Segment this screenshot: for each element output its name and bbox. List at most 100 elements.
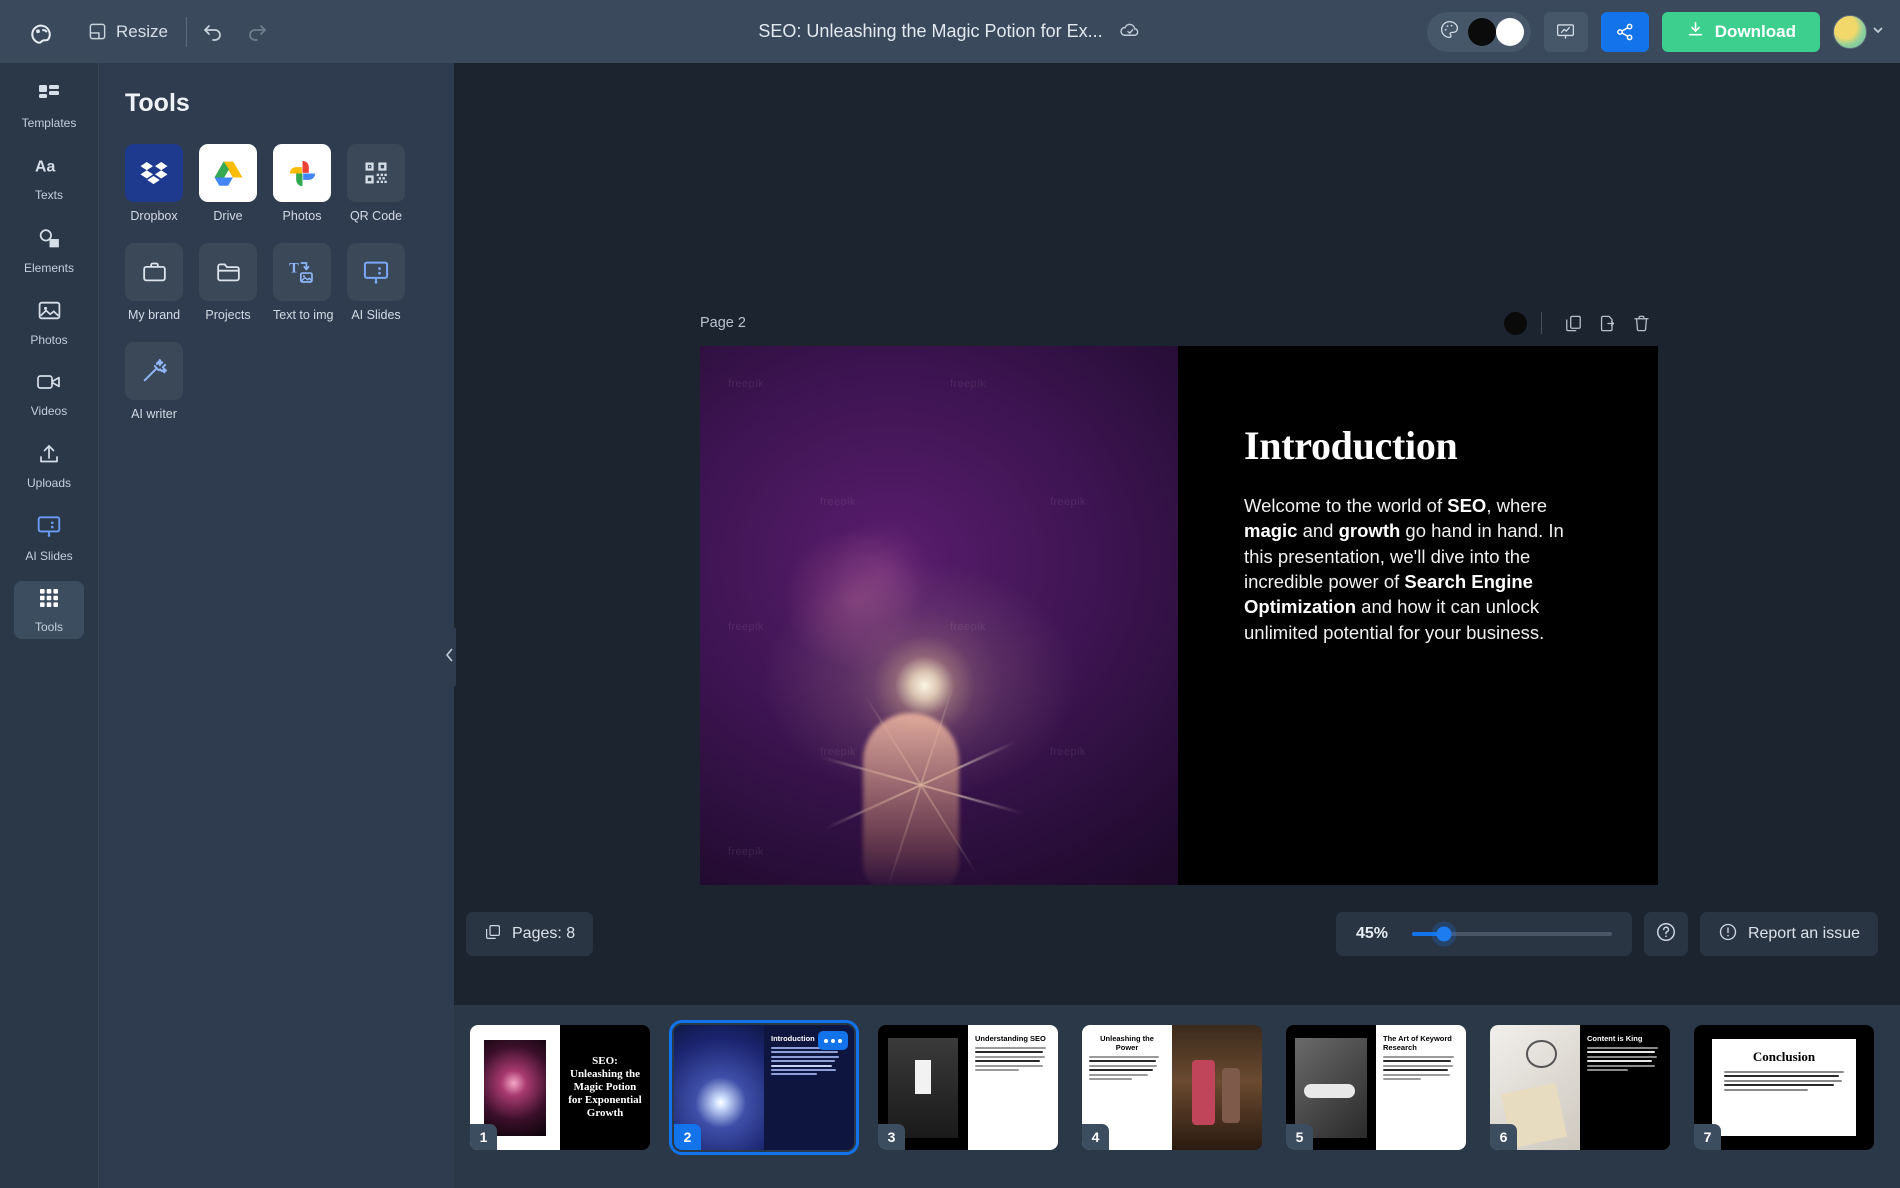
- thumbnail-title: SEO: Unleashing the Magic Potion for Exp…: [567, 1055, 643, 1120]
- thumbnail-page-2[interactable]: Introduction 2: [674, 1025, 854, 1150]
- tools-grid-icon: [37, 586, 61, 615]
- tool-label: Drive: [199, 209, 257, 223]
- texts-icon: Aa: [35, 154, 63, 183]
- share-button[interactable]: [1601, 12, 1649, 52]
- elements-icon: [37, 226, 62, 256]
- thumbnail-title: The Art of Keyword Research: [1383, 1034, 1459, 1052]
- slide-canvas[interactable]: freepik freepik freepik freepik freepik …: [700, 346, 1658, 885]
- sidebar-label: AI Slides: [25, 549, 72, 563]
- report-issue-button[interactable]: Report an issue: [1700, 912, 1878, 956]
- sidebar-item-tools[interactable]: Tools: [14, 581, 84, 639]
- top-toolbar: Resize SEO: Unleashing the Magic Potion …: [0, 0, 1900, 63]
- theme-toggle-pill[interactable]: [1468, 18, 1524, 46]
- pages-label: Pages: 8: [512, 925, 575, 943]
- theme-toggle[interactable]: [1427, 12, 1531, 52]
- document-title-area[interactable]: SEO: Unleashing the Magic Potion for Ex.…: [758, 18, 1141, 46]
- redo-button[interactable]: [235, 12, 279, 52]
- watermark: freepik: [820, 496, 856, 508]
- tool-label: AI writer: [125, 407, 183, 421]
- sidebar-label: Videos: [31, 404, 67, 418]
- editor-app: Resize SEO: Unleashing the Magic Potion …: [0, 0, 1900, 1188]
- avatar: [1833, 15, 1867, 49]
- tool-projects[interactable]: Projects: [199, 243, 257, 322]
- tool-dropbox[interactable]: Dropbox: [125, 144, 183, 223]
- document-title[interactable]: SEO: Unleashing the Magic Potion for Ex.…: [758, 21, 1102, 42]
- watermark: freepik: [950, 621, 986, 633]
- thumbnail-number: 6: [1490, 1124, 1517, 1150]
- thumbnail-number: 1: [470, 1124, 497, 1150]
- panel-title: Tools: [125, 89, 454, 118]
- resize-button[interactable]: Resize: [74, 12, 182, 52]
- tool-photos[interactable]: Photos: [273, 144, 331, 223]
- sidebar-item-elements[interactable]: Elements: [14, 221, 84, 279]
- slide-heading[interactable]: Introduction: [1244, 422, 1592, 469]
- download-button[interactable]: Download: [1662, 12, 1820, 52]
- tool-qr-code[interactable]: QR Code: [347, 144, 405, 223]
- tool-text-to-img[interactable]: T Text to img: [273, 243, 331, 322]
- tool-my-brand[interactable]: My brand: [125, 243, 183, 322]
- tool-ai-writer[interactable]: AI writer: [125, 342, 183, 421]
- sidebar-item-uploads[interactable]: Uploads: [14, 437, 84, 495]
- trash-icon[interactable]: [1624, 308, 1658, 338]
- top-right-actions: Download: [1427, 12, 1884, 52]
- sidebar-label: Elements: [24, 261, 74, 275]
- tools-panel: Tools Dropbox: [98, 63, 454, 1188]
- page-background-color-swatch[interactable]: [1504, 312, 1527, 335]
- templates-icon: [37, 82, 61, 111]
- thumbnail-page-6[interactable]: Content is King 6: [1490, 1025, 1670, 1150]
- toolbar-divider: [186, 17, 187, 47]
- slide-image[interactable]: freepik freepik freepik freepik freepik …: [700, 346, 1178, 885]
- pages-button[interactable]: Pages: 8: [466, 912, 593, 956]
- thumbnail-body-lines: [1383, 1056, 1459, 1080]
- thumbnail-body-lines: [1089, 1056, 1165, 1080]
- dropbox-icon: [125, 144, 183, 202]
- sidebar-item-photos[interactable]: Photos: [14, 293, 84, 351]
- zoom-value: 45%: [1356, 925, 1398, 943]
- sidebar-item-ai-slides[interactable]: AI Slides: [14, 509, 84, 567]
- tool-label: My brand: [125, 308, 183, 322]
- tools-grid: Dropbox Drive: [125, 144, 435, 441]
- thumbnail-body-lines: [1587, 1047, 1663, 1071]
- present-button[interactable]: [1544, 12, 1588, 52]
- thumbnail-title: Understanding SEO: [975, 1034, 1051, 1043]
- page-tools: [1504, 308, 1658, 338]
- thumbnail-body-lines: [975, 1047, 1051, 1071]
- sidebar-item-videos[interactable]: Videos: [14, 365, 84, 423]
- tool-label: Projects: [199, 308, 257, 322]
- download-label: Download: [1715, 22, 1796, 42]
- thumbnail-page-5[interactable]: The Art of Keyword Research 5: [1286, 1025, 1466, 1150]
- panel-collapse-handle[interactable]: [442, 628, 456, 686]
- sidebar-item-templates[interactable]: Templates: [14, 77, 84, 135]
- thumbnail-page-1[interactable]: SEO: Unleashing the Magic Potion for Exp…: [470, 1025, 650, 1150]
- tool-label: Text to img: [273, 308, 331, 322]
- videos-icon: [36, 370, 62, 399]
- help-button[interactable]: [1644, 912, 1688, 956]
- photos-icon: [37, 298, 62, 328]
- chevron-left-icon: [445, 648, 454, 667]
- export-page-icon[interactable]: [1590, 308, 1624, 338]
- sidebar-item-texts[interactable]: Aa Texts: [14, 149, 84, 207]
- tool-ai-slides[interactable]: AI Slides: [347, 243, 405, 322]
- thumbnail-page-4[interactable]: Unleashing the Power 4: [1082, 1025, 1262, 1150]
- svg-text:T: T: [289, 260, 299, 276]
- thumbnail-menu-button[interactable]: [818, 1031, 848, 1050]
- zoom-slider[interactable]: [1412, 932, 1612, 936]
- thumbnail-strip[interactable]: SEO: Unleashing the Magic Potion for Exp…: [454, 1005, 1900, 1188]
- zoom-slider-handle[interactable]: [1437, 927, 1452, 942]
- sidebar-label: Texts: [35, 188, 63, 202]
- account-menu[interactable]: [1833, 15, 1884, 49]
- uploads-icon: [37, 442, 61, 471]
- tool-drive[interactable]: Drive: [199, 144, 257, 223]
- page-tools-divider: [1541, 312, 1542, 334]
- svg-text:Aa: Aa: [35, 159, 55, 176]
- duplicate-page-icon[interactable]: [1556, 308, 1590, 338]
- undo-button[interactable]: [191, 12, 235, 52]
- watermark: freepik: [1050, 496, 1086, 508]
- slide-body[interactable]: Welcome to the world of SEO, where magic…: [1244, 493, 1592, 645]
- report-issue-label: Report an issue: [1748, 925, 1860, 943]
- thumbnail-page-7[interactable]: Conclusion 7: [1694, 1025, 1874, 1150]
- app-logo-icon[interactable]: [20, 11, 62, 53]
- slide-text-block[interactable]: Introduction Welcome to the world of SEO…: [1178, 346, 1658, 885]
- thumbnail-number: 3: [878, 1124, 905, 1150]
- thumbnail-page-3[interactable]: Understanding SEO 3: [878, 1025, 1058, 1150]
